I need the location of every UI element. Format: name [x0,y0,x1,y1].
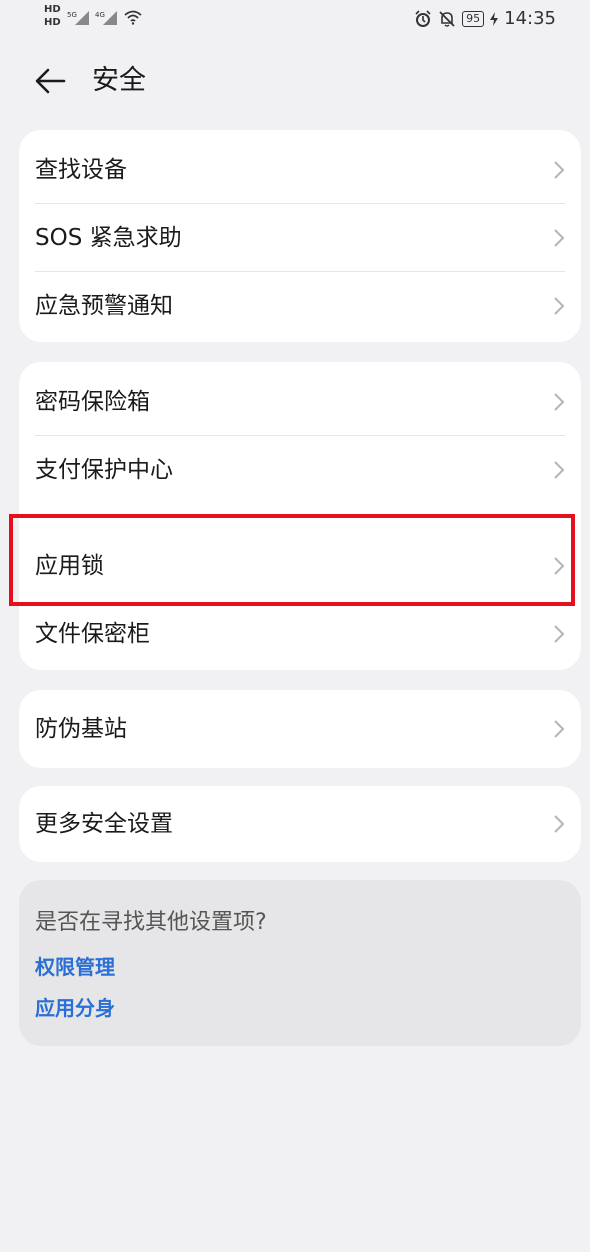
link-app-twin[interactable]: 应用分身 [35,994,115,1022]
row-label-find-device: 查找设备 [35,157,127,183]
row-file-safe[interactable]: 文件保密柜 [19,600,581,668]
status-left: HD HD 5G 4G [44,4,143,29]
chevron-right-icon [554,625,565,643]
page-title: 安全 [92,65,146,96]
row-find-device[interactable]: 查找设备 [19,136,581,204]
alarm-icon [415,9,431,27]
sim-label-1: HD [44,4,61,15]
signal-strength-icon: 5G [67,10,89,25]
signal-label-2: 4G [95,11,105,19]
chevron-right-icon [554,297,565,315]
signal-label-1: 5G [67,11,77,19]
row-emergency-alerts[interactable]: 应急预警通知 [19,272,581,340]
row-label-app-lock: 应用锁 [35,553,104,579]
suggestions-title: 是否在寻找其他设置项? [35,910,267,935]
wifi-icon [124,10,142,25]
row-label-file-safe: 文件保密柜 [35,621,150,647]
chevron-right-icon [554,161,565,179]
row-fake-base-station[interactable]: 防伪基站 [19,695,581,763]
row-label-password-vault: 密码保险箱 [35,389,150,415]
sim-label-2: HD [44,17,61,28]
row-password-vault[interactable]: 密码保险箱 [19,368,581,436]
row-app-lock[interactable]: 应用锁 [19,532,581,600]
settings-group-1: 查找设备 SOS 紧急求助 应急预警通知 [19,130,581,342]
chevron-right-icon [554,557,565,575]
row-label-more-security: 更多安全设置 [35,811,173,837]
charging-icon [490,11,499,26]
settings-group-4: 更多安全设置 [19,786,581,862]
settings-group-3: 防伪基站 [19,690,581,768]
suggestions-card: 是否在寻找其他设置项? 权限管理 应用分身 [19,880,581,1046]
row-label-payment-protection: 支付保护中心 [35,457,173,483]
settings-group-2: 密码保险箱 支付保护中心 应用锁 文件保密柜 [19,362,581,670]
chevron-right-icon [554,815,565,833]
status-right: 95 14:35 [414,8,556,29]
header: 安全 [0,54,590,108]
back-arrow-icon[interactable] [32,64,68,98]
chevron-right-icon [554,229,565,247]
row-payment-protection[interactable]: 支付保护中心 [19,436,581,504]
row-label-emergency-alerts: 应急预警通知 [35,293,173,319]
status-bar: HD HD 5G 4G 95 14:35 [0,0,590,42]
link-permission-management[interactable]: 权限管理 [35,953,115,981]
chevron-right-icon [554,461,565,479]
chevron-right-icon [554,720,565,738]
battery-indicator: 95 [462,10,485,27]
row-sos-emergency[interactable]: SOS 紧急求助 [19,204,581,272]
row-label-sos: SOS 紧急求助 [35,225,182,251]
signal-strength-icon-2: 4G [95,10,117,25]
mute-bell-icon [439,10,455,27]
chevron-right-icon [554,393,565,411]
row-more-security[interactable]: 更多安全设置 [19,790,581,858]
row-label-fake-base-station: 防伪基站 [35,716,127,742]
sim-stack: HD HD [44,4,61,29]
status-time: 14:35 [504,8,556,29]
